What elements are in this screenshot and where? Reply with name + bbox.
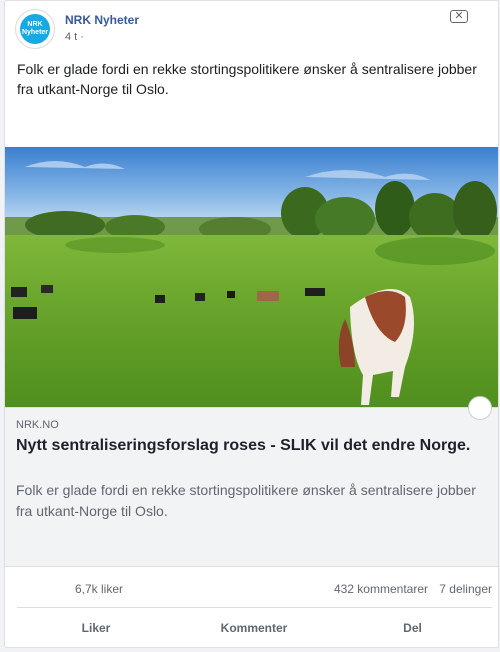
avatar-text-bottom: Nyheter [21, 29, 49, 36]
avatar-text-top: NRK [27, 21, 43, 28]
post-text: Folk er glade fordi en rekke stortingspo… [17, 61, 477, 97]
cows-field-photo [5, 147, 498, 407]
shares-count[interactable]: 7 delinger [439, 582, 492, 596]
nrk-logo: NRK Nyheter [20, 14, 50, 44]
comments-count[interactable]: 432 kommentarer [334, 582, 428, 596]
link-preview[interactable]: NRK.NO Nytt sentraliseringsforslag roses… [5, 396, 498, 567]
share-button[interactable]: Del [333, 608, 492, 647]
comment-button[interactable]: Kommenter [175, 608, 333, 647]
link-description: Folk er glade fordi en rekke stortingspo… [16, 482, 476, 519]
link-title[interactable]: Nytt sentraliseringsforslag roses - SLIK… [16, 437, 470, 455]
post-card: NRK Nyheter NRK Nyheter 4 t · ✕ Folk er … [4, 0, 499, 648]
likes-count[interactable]: 6,7k liker [75, 582, 123, 596]
save-circle-icon[interactable] [468, 396, 492, 420]
like-button[interactable]: Liker [17, 608, 175, 647]
close-icon[interactable]: ✕ [450, 10, 468, 23]
link-source: NRK.NO [16, 419, 59, 431]
link-preview-image[interactable] [5, 147, 498, 407]
post-header: NRK Nyheter NRK Nyheter 4 t · ✕ [15, 9, 488, 49]
page-avatar[interactable]: NRK Nyheter [15, 9, 55, 49]
post-timestamp[interactable]: 4 t · [65, 31, 84, 43]
post-actions: Liker Kommenter Del [17, 608, 492, 647]
page-name-link[interactable]: NRK Nyheter [65, 13, 139, 27]
post-stats: 6,7k liker 432 kommentarer 7 delinger [17, 567, 492, 608]
